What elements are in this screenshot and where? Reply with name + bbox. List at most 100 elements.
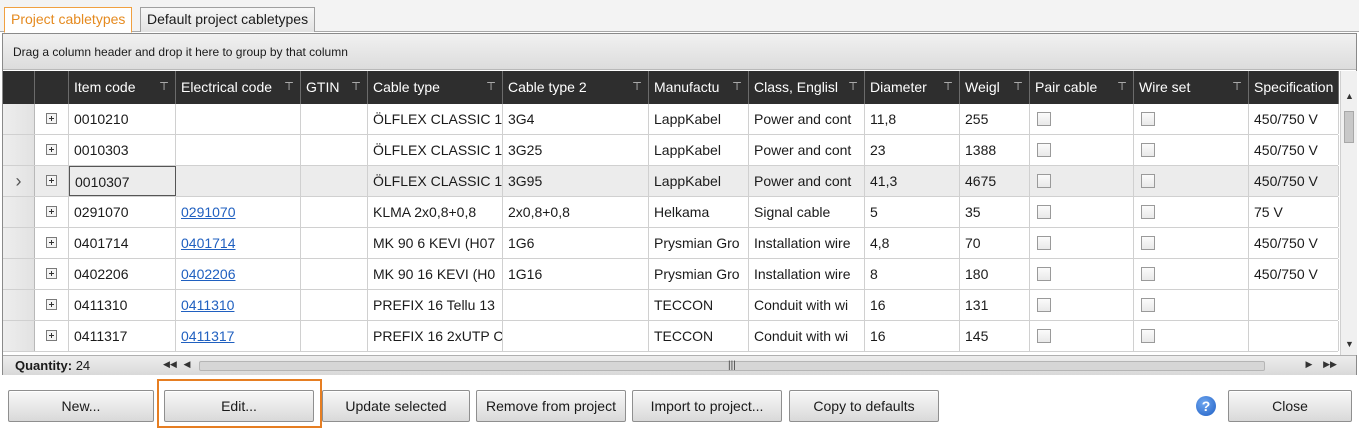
weight-cell[interactable]: 145 (960, 321, 1030, 351)
diameter-cell[interactable]: 4,8 (865, 228, 960, 258)
electrical-code-link[interactable]: 0411317 (181, 328, 234, 344)
cable-type2-cell[interactable]: 1G6 (503, 228, 649, 258)
electrical-code-cell[interactable]: 0401714 (176, 228, 301, 258)
expand-plus-icon[interactable] (46, 237, 57, 248)
tab-project-cabletypes[interactable]: Project cabletypes (4, 7, 133, 33)
cable-type-cell[interactable]: MK 90 6 KEVI (H07 (368, 228, 503, 258)
new-button[interactable]: New... (8, 390, 154, 422)
class-cell[interactable]: Conduit with wi (749, 321, 865, 351)
vertical-scrollbar[interactable]: ▲ ▼ (1340, 71, 1357, 355)
electrical-code-cell[interactable]: 0402206 (176, 259, 301, 289)
scroll-last-icon[interactable]: ▶▶ (1323, 359, 1337, 370)
cable-type2-cell[interactable]: 3G25 (503, 135, 649, 165)
diameter-cell[interactable]: 16 (865, 290, 960, 320)
item-code-cell[interactable]: 0010307 (69, 166, 176, 196)
expand-plus-icon[interactable] (46, 175, 57, 186)
specification-cell[interactable]: 450/750 V (1249, 135, 1339, 165)
weight-cell[interactable]: 180 (960, 259, 1030, 289)
expand-plus-icon[interactable] (46, 330, 57, 341)
column-header[interactable]: GTIN ⊤ (301, 71, 368, 104)
filter-icon[interactable]: ⊤ (630, 71, 644, 104)
pair-cable-checkbox[interactable] (1037, 205, 1051, 219)
class-cell[interactable]: Installation wire (749, 228, 865, 258)
scroll-right-icon[interactable]: ▶ (1303, 359, 1315, 370)
close-button[interactable]: Close (1228, 390, 1352, 422)
column-header[interactable]: Diameter ⊤ (865, 71, 960, 104)
electrical-code-cell[interactable] (176, 166, 301, 196)
pair-cable-checkbox[interactable] (1037, 143, 1051, 157)
electrical-code-link[interactable]: 0411310 (181, 297, 234, 313)
remove-from-project-button[interactable]: Remove from project (476, 390, 626, 422)
manufacturer-cell[interactable]: Prysmian Gro (649, 228, 749, 258)
electrical-code-cell[interactable]: 0291070 (176, 197, 301, 227)
expand-plus-icon[interactable] (46, 299, 57, 310)
cable-type-cell[interactable]: PREFIX 16 2xUTP C (368, 321, 503, 351)
specification-cell[interactable]: 75 V (1249, 197, 1339, 227)
manufacturer-cell[interactable]: LappKabel (649, 166, 749, 196)
table-row[interactable]: 0402206 0402206 MK 90 16 KEVI (H0 1G16 Prysm… (3, 259, 1339, 290)
vertical-scroll-thumb[interactable] (1344, 111, 1354, 143)
pair-cable-checkbox[interactable] (1037, 329, 1051, 343)
filter-icon[interactable]: ⊤ (941, 71, 955, 104)
item-code-cell[interactable]: 0402206 (69, 259, 176, 289)
pair-cable-checkbox[interactable] (1037, 298, 1051, 312)
pair-cable-checkbox[interactable] (1037, 236, 1051, 250)
weight-cell[interactable]: 255 (960, 104, 1030, 134)
weight-cell[interactable]: 1388 (960, 135, 1030, 165)
item-code-cell[interactable]: 0411310 (69, 290, 176, 320)
expand-plus-icon[interactable] (46, 144, 57, 155)
manufacturer-cell[interactable]: TECCON (649, 321, 749, 351)
filter-icon[interactable]: ⊤ (1230, 71, 1244, 104)
cable-type2-cell[interactable]: 2x0,8+0,8 (503, 197, 649, 227)
electrical-code-cell[interactable] (176, 135, 301, 165)
column-header[interactable]: Item code ⊤ (69, 71, 176, 104)
electrical-code-link[interactable]: 0402206 (181, 266, 236, 282)
cable-type2-cell[interactable] (503, 321, 649, 351)
cable-type2-cell[interactable] (503, 290, 649, 320)
diameter-cell[interactable]: 8 (865, 259, 960, 289)
tab-default-project-cabletypes[interactable]: Default project cabletypes (140, 7, 316, 32)
column-header[interactable]: Pair cable ⊤ (1030, 71, 1134, 104)
class-cell[interactable]: Conduit with wi (749, 290, 865, 320)
specification-cell[interactable]: 450/750 V (1249, 228, 1339, 258)
cable-type-cell[interactable]: PREFIX 16 Tellu 13 (368, 290, 503, 320)
specification-cell[interactable] (1249, 321, 1339, 351)
table-row[interactable]: 0291070 0291070 KLMA 2x0,8+0,8 2x0,8+0,8 Hel… (3, 197, 1339, 228)
table-row[interactable]: 0411310 0411310 PREFIX 16 Tellu 13 TECCON Co… (3, 290, 1339, 321)
electrical-code-link[interactable]: 0291070 (181, 204, 236, 220)
expand-plus-icon[interactable] (46, 268, 57, 279)
cable-type-cell[interactable]: ÖLFLEX CLASSIC 1( (368, 135, 503, 165)
pair-cable-checkbox[interactable] (1037, 112, 1051, 126)
manufacturer-cell[interactable]: LappKabel (649, 104, 749, 134)
manufacturer-cell[interactable]: Helkama (649, 197, 749, 227)
weight-cell[interactable]: 4675 (960, 166, 1030, 196)
scroll-down-icon[interactable]: ▼ (1341, 339, 1358, 349)
gtin-cell[interactable] (301, 290, 368, 320)
expand-plus-icon[interactable] (46, 113, 57, 124)
column-header[interactable]: Specification (1249, 71, 1339, 104)
class-cell[interactable]: Power and cont (749, 104, 865, 134)
group-by-panel[interactable]: Drag a column header and drop it here to… (3, 34, 1356, 70)
item-code-cell[interactable]: 0401714 (69, 228, 176, 258)
gtin-cell[interactable] (301, 104, 368, 134)
row-indicator[interactable] (3, 321, 35, 351)
filter-icon[interactable]: ⊤ (1011, 71, 1025, 104)
diameter-cell[interactable]: 11,8 (865, 104, 960, 134)
class-cell[interactable]: Power and cont (749, 135, 865, 165)
manufacturer-cell[interactable]: LappKabel (649, 135, 749, 165)
cable-type-cell[interactable]: KLMA 2x0,8+0,8 (368, 197, 503, 227)
filter-icon[interactable]: ⊤ (1115, 71, 1129, 104)
row-indicator[interactable] (3, 228, 35, 258)
column-header[interactable]: Manufactu ⊤ (649, 71, 749, 104)
weight-cell[interactable]: 131 (960, 290, 1030, 320)
gtin-cell[interactable] (301, 197, 368, 227)
column-header[interactable]: Cable type 2 ⊤ (503, 71, 649, 104)
row-indicator[interactable] (3, 135, 35, 165)
column-header[interactable]: Wire set ⊤ (1134, 71, 1249, 104)
table-row[interactable]: 0401714 0401714 MK 90 6 KEVI (H07 1G6 Prysmi… (3, 228, 1339, 259)
row-indicator[interactable] (3, 259, 35, 289)
filter-icon[interactable]: ⊤ (282, 71, 296, 104)
gtin-cell[interactable] (301, 259, 368, 289)
filter-icon[interactable]: ⊤ (349, 71, 363, 104)
item-code-cell[interactable]: 0291070 (69, 197, 176, 227)
